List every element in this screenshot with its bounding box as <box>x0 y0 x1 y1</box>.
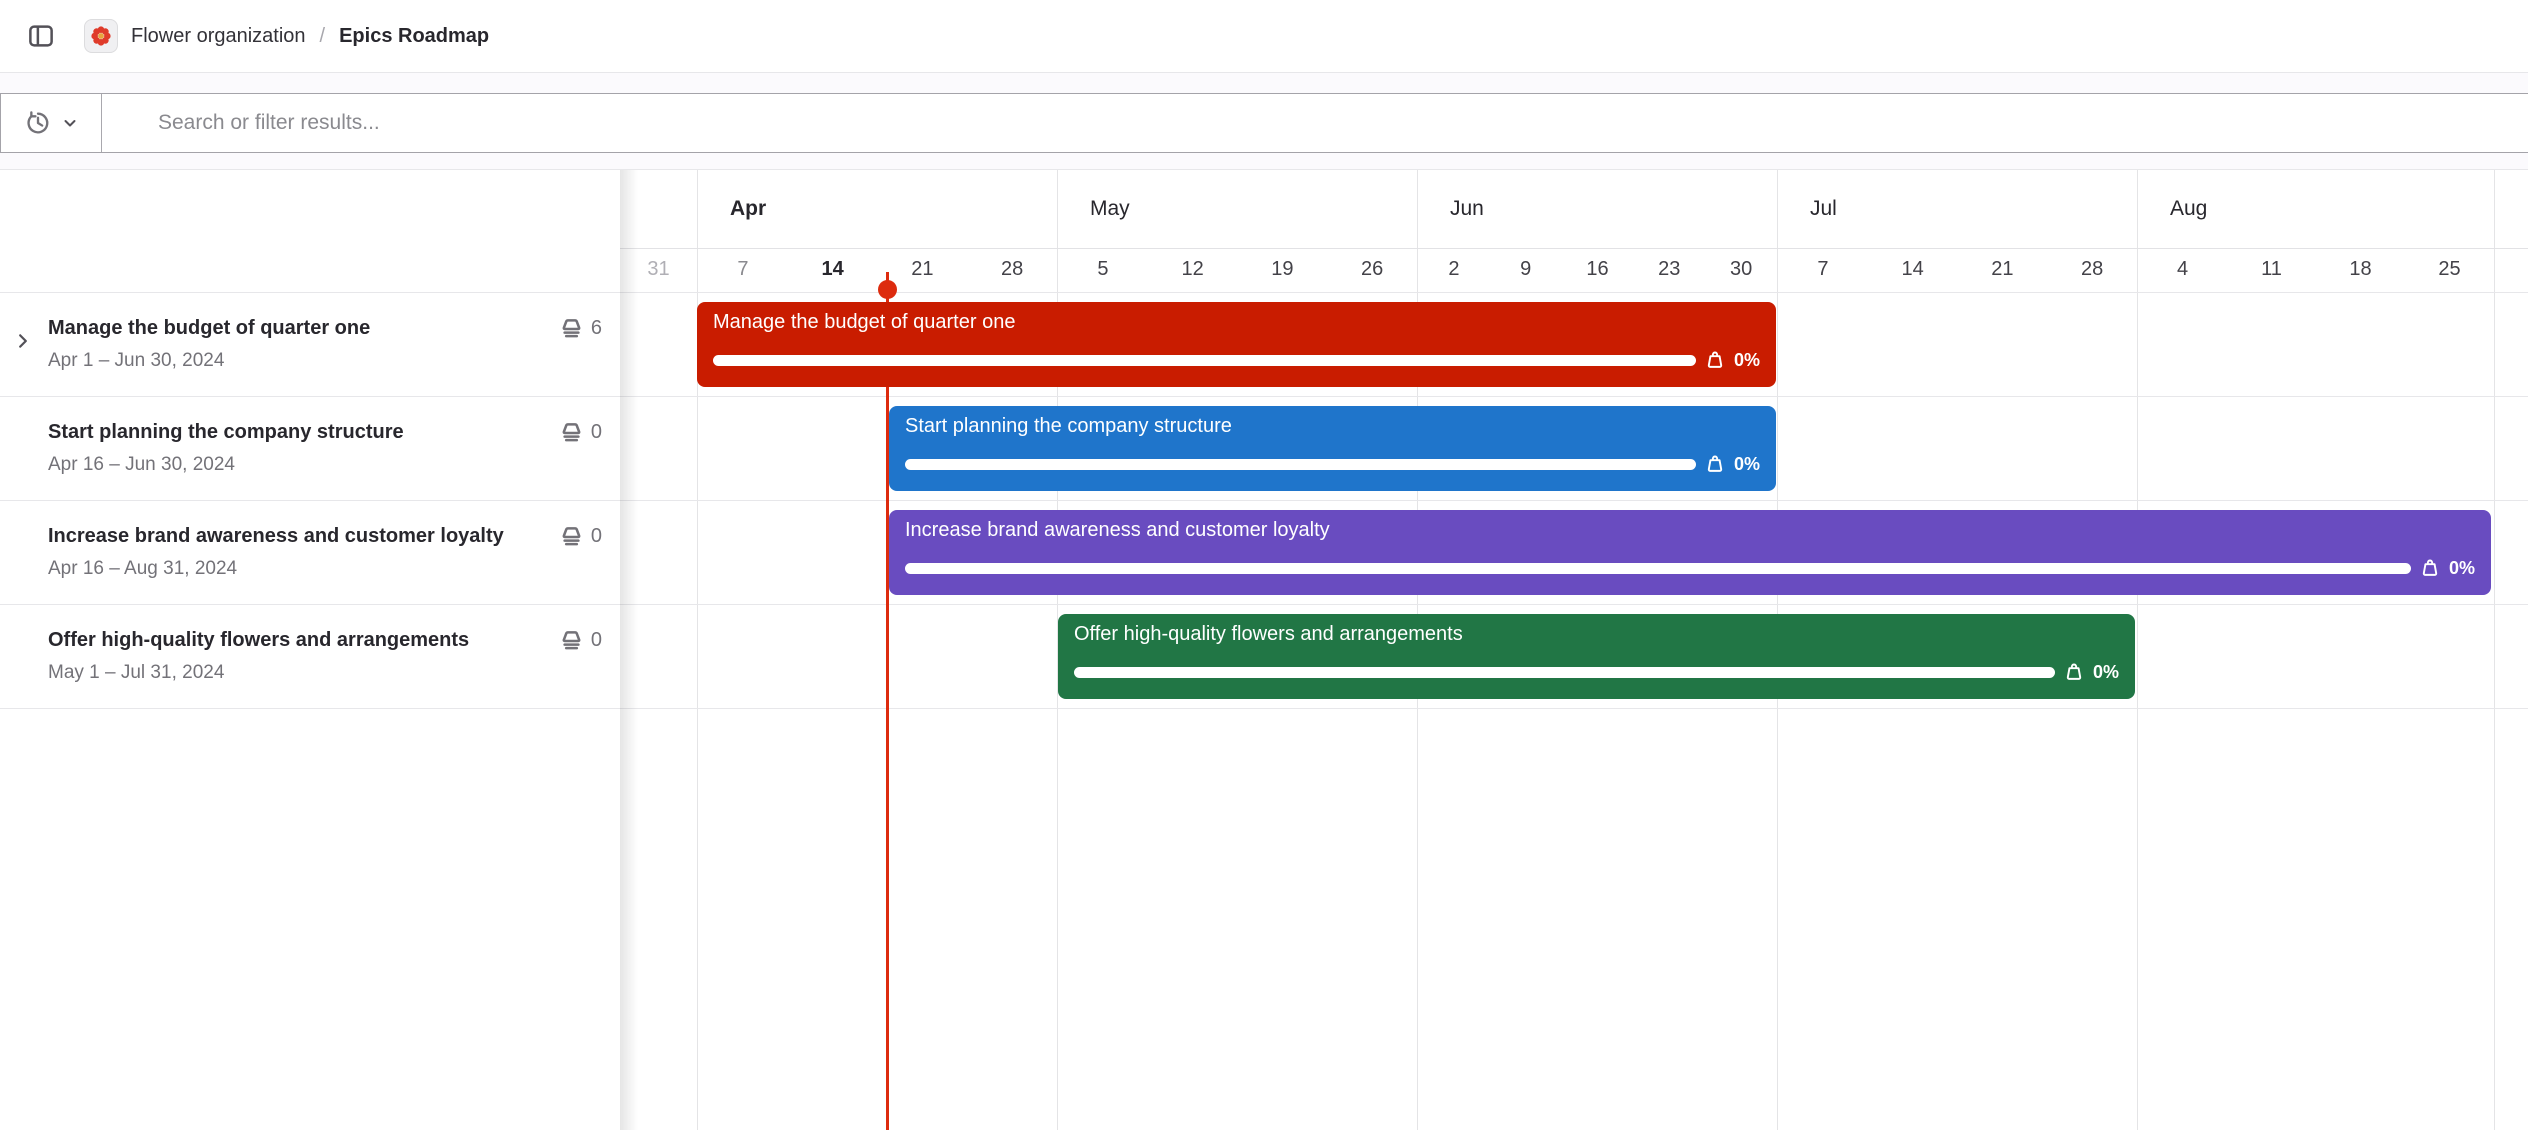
timeline-weeks-header: 31 7 14 21 28 5 12 19 26 2 9 16 23 30 <box>620 248 2528 292</box>
month-gridline <box>2494 170 2495 1130</box>
search-input[interactable] <box>102 94 2528 152</box>
week-tick: 9 <box>1490 248 1562 292</box>
breadcrumb-bar: Flower organization / Epics Roadmap <box>0 0 2528 73</box>
epic-timeline-bar[interactable]: Start planning the company structure 0% <box>889 406 1776 491</box>
progress-track <box>905 459 1696 470</box>
timeline-months-header: Apr May Jun Jul Aug <box>620 170 2528 248</box>
sidebar-toggle-icon <box>26 21 56 51</box>
breadcrumb-page-title: Epics Roadmap <box>339 25 489 48</box>
today-marker-dot <box>878 280 897 299</box>
epic-date-range: May 1 – Jul 31, 2024 <box>48 662 602 684</box>
chevron-right-icon <box>14 332 32 350</box>
epic-date-range: Apr 16 – Jun 30, 2024 <box>48 454 602 476</box>
progress-percent: 0% <box>1734 454 1760 475</box>
sidebar-toggle-button[interactable] <box>24 19 58 53</box>
epic-title-link[interactable]: Manage the budget of quarter one <box>48 317 547 340</box>
recent-searches-dropdown[interactable] <box>1 94 102 152</box>
epic-icon <box>559 316 584 341</box>
epic-list-item: Start planning the company structure 0 A… <box>0 396 620 500</box>
today-line <box>886 272 889 1130</box>
epic-title-link[interactable]: Increase brand awareness and customer lo… <box>48 525 547 548</box>
epic-icon <box>559 420 584 445</box>
breadcrumb-separator: / <box>320 25 326 48</box>
row-divider <box>0 708 2528 709</box>
filter-strip <box>0 73 2528 170</box>
epics-roadmap-page: Flower organization / Epics Roadmap <box>0 0 2528 1130</box>
progress-percent: 0% <box>1734 350 1760 371</box>
epic-date-range: Apr 1 – Jun 30, 2024 <box>48 350 602 372</box>
week-tick: 30 <box>1705 248 1777 292</box>
progress-track <box>905 563 2411 574</box>
epic-child-count: 0 <box>559 420 602 445</box>
month-label-jul: Jul <box>1778 170 2137 248</box>
week-tick: 21 <box>1958 248 2048 292</box>
epic-title-link[interactable]: Start planning the company structure <box>48 421 547 444</box>
epic-bar-title: Offer high-quality flowers and arrangeme… <box>1074 623 2119 646</box>
week-tick: 28 <box>967 248 1057 292</box>
flower-avatar-icon <box>90 25 112 47</box>
week-tick: 19 <box>1238 248 1328 292</box>
weight-icon <box>1704 453 1726 475</box>
filtered-search-box <box>0 93 2528 153</box>
weight-icon <box>1704 349 1726 371</box>
roadmap-area: .roadmap .vline{left:0;} /* gridlines ar… <box>0 170 2528 1130</box>
epic-bar-title: Start planning the company structure <box>905 415 1760 438</box>
week-tick: 2 <box>1418 248 1490 292</box>
epic-icon <box>559 524 584 549</box>
progress-percent: 0% <box>2449 558 2475 579</box>
week-tick: 16 <box>1562 248 1634 292</box>
week-tick: 12 <box>1148 248 1238 292</box>
week-tick: 18 <box>2316 248 2405 292</box>
week-tick: 7 <box>698 248 788 292</box>
progress-percent: 0% <box>2093 662 2119 683</box>
month-label-aug: Aug <box>2138 170 2494 248</box>
epic-child-count: 6 <box>559 316 602 341</box>
week-tick: 7 <box>1778 248 1868 292</box>
epic-bar-title: Increase brand awareness and customer lo… <box>905 519 2475 542</box>
epic-list-item: Manage the budget of quarter one 6 Apr 1… <box>0 292 620 396</box>
week-tick: 26 <box>1327 248 1417 292</box>
history-icon <box>24 109 52 137</box>
week-tick: 4 <box>2138 248 2227 292</box>
weight-icon <box>2419 557 2441 579</box>
list-panel-shadow <box>620 170 638 1130</box>
week-tick: 14 <box>1868 248 1958 292</box>
org-avatar[interactable] <box>84 19 118 53</box>
week-tick: 25 <box>2405 248 2494 292</box>
epic-icon <box>559 628 584 653</box>
progress-track <box>1074 667 2055 678</box>
epic-child-count: 0 <box>559 524 602 549</box>
epic-timeline-bar[interactable]: Offer high-quality flowers and arrangeme… <box>1058 614 2135 699</box>
week-tick: 5 <box>1058 248 1148 292</box>
week-tick: 11 <box>2227 248 2316 292</box>
month-label-apr: Apr <box>698 170 1057 248</box>
epic-timeline-bar[interactable]: Increase brand awareness and customer lo… <box>889 510 2491 595</box>
epic-date-range: Apr 16 – Aug 31, 2024 <box>48 558 602 580</box>
epic-list-item: Offer high-quality flowers and arrangeme… <box>0 604 620 708</box>
month-label-may: May <box>1058 170 1417 248</box>
progress-track <box>713 355 1696 366</box>
epic-timeline-bar[interactable]: Manage the budget of quarter one 0% <box>697 302 1776 387</box>
week-tick: 28 <box>2047 248 2137 292</box>
epic-bar-title: Manage the budget of quarter one <box>713 311 1760 334</box>
breadcrumb-org-link[interactable]: Flower organization <box>131 25 306 48</box>
chevron-down-icon <box>62 115 78 131</box>
month-label-jun: Jun <box>1418 170 1777 248</box>
weight-icon <box>2063 661 2085 683</box>
month-gridline <box>2137 170 2138 1130</box>
week-tick: 14 <box>788 248 878 292</box>
epic-list-item: Increase brand awareness and customer lo… <box>0 500 620 604</box>
epic-title-link[interactable]: Offer high-quality flowers and arrangeme… <box>48 629 547 652</box>
week-tick: 23 <box>1633 248 1705 292</box>
epic-child-count: 0 <box>559 628 602 653</box>
expand-epic-button[interactable] <box>8 326 38 356</box>
